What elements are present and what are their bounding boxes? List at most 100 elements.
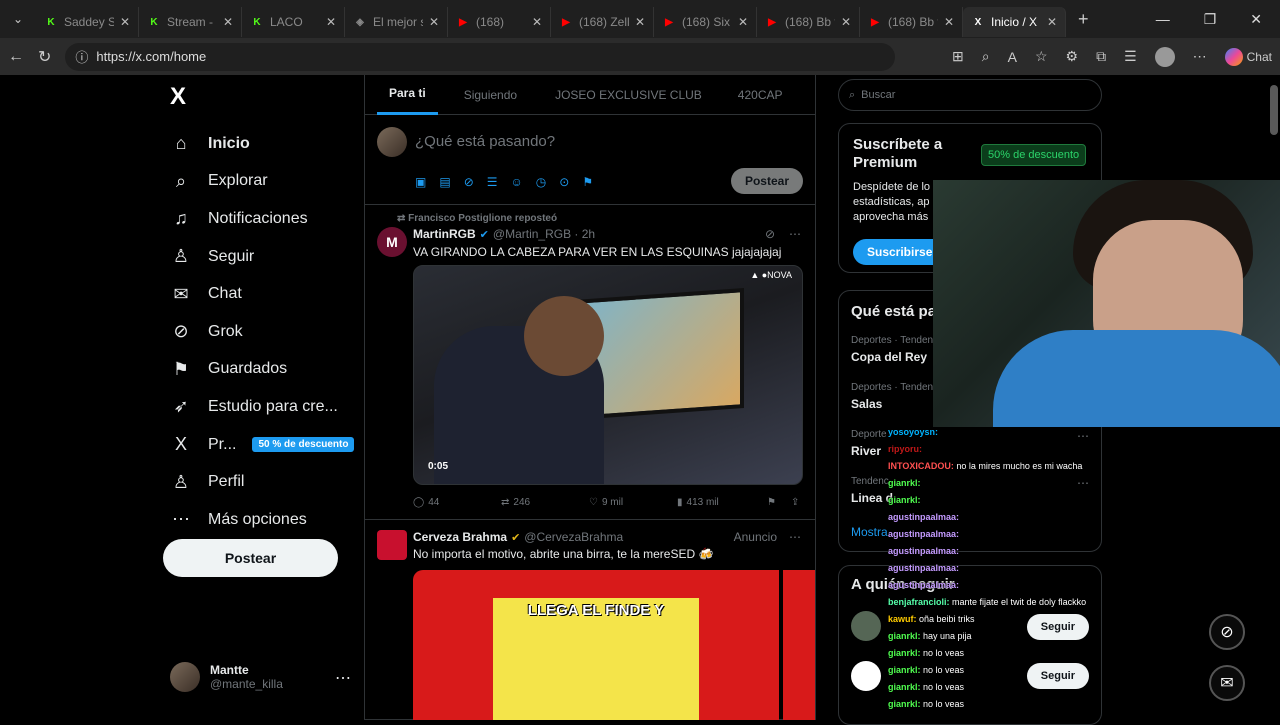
split-screen-icon[interactable]: ⧉	[1096, 48, 1106, 65]
close-window-icon[interactable]: ✕	[1250, 11, 1262, 28]
nav-item-seguir[interactable]: ♙ Seguir	[170, 238, 354, 276]
location-icon[interactable]: ⊙	[559, 175, 569, 189]
nav-item-perfil[interactable]: ♙ Perfil	[170, 463, 354, 501]
reload-icon[interactable]: ↻	[38, 47, 51, 67]
like-button[interactable]: ♡ 9 mil	[589, 497, 677, 508]
account-switcher[interactable]: Mantte @mante_killa ⋯	[170, 662, 351, 692]
feed-tab[interactable]: 420CAP	[726, 75, 795, 115]
url-field[interactable]: ⓘ https://x.com/home	[65, 42, 896, 71]
reply-button[interactable]: ◯ 44	[413, 497, 501, 508]
read-aloud-icon[interactable]: A	[1008, 49, 1017, 65]
close-tab-icon[interactable]: ✕	[1047, 15, 1057, 29]
page-scrollbar[interactable]	[1270, 85, 1278, 135]
avatar[interactable]	[851, 661, 881, 691]
trend-item[interactable]: Deportes · Tenden Copa del Rey	[851, 335, 933, 364]
author-name[interactable]: Cerveza Brahma	[413, 530, 507, 544]
grok-icon[interactable]: ⊘	[464, 175, 474, 189]
new-tab-icon[interactable]: +	[1066, 9, 1101, 30]
trend-item[interactable]: Tendenc Linea d	[851, 476, 893, 505]
copilot-chat-button[interactable]: Chat	[1224, 47, 1272, 66]
tweet[interactable]: Cerveza Brahma ✔ @CervezaBrahma Anuncio …	[365, 520, 815, 720]
show-more-link[interactable]: Mostra	[851, 525, 888, 539]
trend-item[interactable]: Deporte River	[851, 429, 887, 458]
flag-icon[interactable]: ⚑	[582, 175, 593, 189]
profile-avatar-icon[interactable]	[1154, 46, 1175, 67]
feed-tab[interactable]: Para ti	[377, 75, 438, 115]
zoom-icon[interactable]: ⌕	[982, 48, 990, 65]
close-tab-icon[interactable]: ✕	[326, 15, 336, 29]
browser-tab[interactable]: ▶ (168) Six S ✕	[654, 7, 757, 37]
minimize-icon[interactable]: —	[1156, 11, 1170, 28]
browser-tab[interactable]: K LACO ✕	[242, 7, 345, 37]
nav-item-pr[interactable]: X Pr... 50 % de descuento	[170, 426, 355, 464]
avatar[interactable]: M	[377, 227, 407, 257]
ad-image-second[interactable]	[783, 570, 815, 720]
browser-tab[interactable]: ▶ (168) Zell ✕	[551, 7, 654, 37]
more-icon[interactable]: ⋯	[789, 227, 801, 241]
tweet[interactable]: ⇄ Francisco Postiglione reposteó M Marti…	[365, 205, 815, 520]
nav-item-notificaciones[interactable]: ♫ Notificaciones	[170, 200, 354, 238]
close-tab-icon[interactable]: ✕	[944, 15, 954, 29]
favorite-star-icon[interactable]: ☆	[1035, 48, 1048, 65]
feed-tab[interactable]: Siguiendo	[452, 75, 529, 115]
compose-input[interactable]: ¿Qué está pasando?	[415, 133, 555, 150]
nav-item-chat[interactable]: ✉ Chat	[170, 275, 354, 313]
emoji-icon[interactable]: ☺	[511, 175, 523, 189]
browser-tab[interactable]: ▶ (168) ✕	[448, 7, 551, 37]
close-tab-icon[interactable]: ✕	[429, 15, 439, 29]
messages-floating-button[interactable]: ✉	[1209, 665, 1245, 701]
favorites-icon[interactable]: ☰	[1124, 48, 1137, 65]
views-button[interactable]: ▮ 413 mil	[677, 497, 767, 508]
grok-icon[interactable]: ⊘	[765, 227, 775, 241]
close-tab-icon[interactable]: ✕	[635, 15, 645, 29]
browser-tab[interactable]: K Saddey St ✕	[36, 7, 139, 37]
browser-tab[interactable]: X Inicio / X ✕	[963, 7, 1066, 37]
close-tab-icon[interactable]: ✕	[223, 15, 233, 29]
menu-dots-icon[interactable]: ⋯	[1193, 48, 1207, 65]
ad-image[interactable]: LLEGA EL FINDE Y	[413, 570, 779, 720]
apps-icon[interactable]: ⊞	[952, 48, 964, 65]
trend-item[interactable]: Deportes · Tenden Salas	[851, 382, 933, 411]
avatar[interactable]	[377, 530, 407, 560]
author-handle[interactable]: @Martin_RGB · 2h	[493, 227, 595, 241]
browser-tab[interactable]: ▶ (168) Bb t ✕	[860, 7, 963, 37]
search-input[interactable]: ⌕ Buscar	[838, 79, 1102, 111]
compose-post-button[interactable]: Postear	[730, 168, 803, 194]
post-button[interactable]: Postear	[163, 539, 338, 577]
nav-item-grok[interactable]: ⊘ Grok	[170, 313, 354, 351]
image-icon[interactable]: ▣	[415, 175, 426, 189]
grok-floating-button[interactable]: ⊘	[1209, 614, 1245, 650]
account-more-icon[interactable]: ⋯	[335, 668, 351, 688]
x-logo[interactable]: X	[170, 83, 186, 111]
extensions-icon[interactable]: ⚙	[1066, 48, 1079, 65]
nav-item-estudio-para-cre[interactable]: ➶ Estudio para cre...	[170, 388, 354, 426]
gif-icon[interactable]: ▤	[439, 175, 450, 189]
ad-image-caption: LLEGA EL FINDE Y	[527, 602, 665, 619]
back-icon[interactable]: ←	[8, 48, 24, 66]
browser-tab[interactable]: ◈ El mejor s ✕	[345, 7, 448, 37]
site-info-icon[interactable]: ⓘ	[75, 47, 88, 66]
schedule-icon[interactable]: ◷	[536, 175, 546, 189]
nav-item-más-opciones[interactable]: ⋯ Más opciones	[170, 501, 354, 539]
browser-tab[interactable]: K Stream - K ✕	[139, 7, 242, 37]
avatar[interactable]	[851, 611, 881, 641]
nav-item-inicio[interactable]: ⌂ Inicio	[170, 125, 354, 163]
author-handle[interactable]: @CervezaBrahma	[524, 530, 623, 544]
close-tab-icon[interactable]: ✕	[532, 15, 542, 29]
tab-actions-chevron-icon[interactable]: ⌄	[0, 12, 36, 26]
feed-tab[interactable]: JOSEO EXCLUSIVE CLUB	[543, 75, 714, 115]
share-icon[interactable]: ⇪	[791, 497, 799, 508]
bookmark-icon[interactable]: ⚑	[767, 497, 791, 508]
more-icon[interactable]: ⋯	[789, 530, 801, 544]
author-name[interactable]: MartinRGB	[413, 227, 476, 241]
browser-tab[interactable]: ▶ (168) Bb t ✕	[757, 7, 860, 37]
nav-item-guardados[interactable]: ⚑ Guardados	[170, 351, 354, 389]
poll-icon[interactable]: ☰	[487, 175, 498, 189]
close-tab-icon[interactable]: ✕	[120, 15, 130, 29]
tweet-video[interactable]: ▲ ●NOVA 0:05	[413, 265, 803, 485]
maximize-icon[interactable]: ❐	[1204, 11, 1217, 28]
close-tab-icon[interactable]: ✕	[841, 15, 851, 29]
repost-button[interactable]: ⇄ 246	[501, 497, 589, 508]
close-tab-icon[interactable]: ✕	[738, 15, 748, 29]
nav-item-explorar[interactable]: ⌕ Explorar	[170, 163, 354, 201]
